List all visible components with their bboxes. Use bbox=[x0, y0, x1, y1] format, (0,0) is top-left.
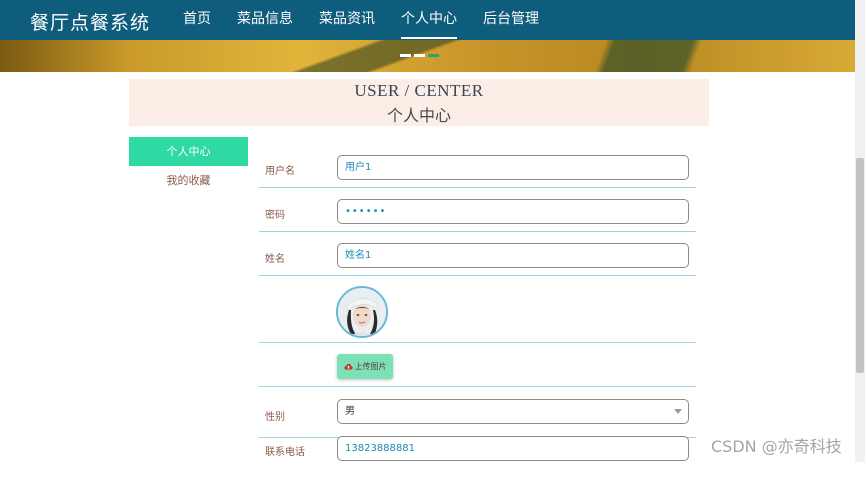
nav-home[interactable]: 首页 bbox=[170, 0, 224, 40]
section-title-en: USER / CENTER bbox=[354, 81, 484, 100]
nav-dishes[interactable]: 菜品信息 bbox=[224, 0, 306, 40]
section-header: USER / CENTER 个人中心 bbox=[129, 79, 709, 126]
upload-button-label: 上传图片 bbox=[354, 362, 387, 371]
username-label: 用户名 bbox=[265, 166, 295, 177]
nav-news[interactable]: 菜品资讯 bbox=[306, 0, 388, 40]
name-label: 姓名 bbox=[265, 254, 285, 265]
sidebar-item-user-center[interactable]: 个人中心 bbox=[129, 137, 248, 166]
gender-label: 性别 bbox=[265, 412, 285, 423]
form-row-upload bbox=[259, 343, 696, 387]
main-nav: 首页 菜品信息 菜品资讯 个人中心 后台管理 bbox=[170, 0, 552, 40]
gender-select[interactable]: 男 bbox=[337, 399, 689, 424]
avatar-photo-icon bbox=[338, 288, 386, 336]
scrollbar-thumb[interactable] bbox=[856, 158, 864, 373]
section-title-cn: 个人中心 bbox=[386, 106, 451, 125]
page-scrollbar[interactable] bbox=[855, 0, 865, 462]
top-navbar: 餐厅点餐系统 首页 菜品信息 菜品资讯 个人中心 后台管理 bbox=[0, 0, 855, 40]
site-brand[interactable]: 餐厅点餐系统 bbox=[30, 8, 150, 35]
hero-banner bbox=[0, 40, 855, 72]
sidebar-menu: 个人中心 我的收藏 bbox=[129, 137, 248, 195]
carousel-dot-3[interactable] bbox=[428, 54, 439, 57]
carousel-dot-2[interactable] bbox=[414, 54, 425, 57]
chevron-down-icon bbox=[674, 409, 682, 414]
form-row-name: 姓名 姓名1 bbox=[259, 232, 696, 276]
phone-input[interactable]: 13823888881 bbox=[337, 436, 689, 461]
form-row-username: 用户名 用户1 bbox=[259, 144, 696, 188]
sidebar-item-favorites[interactable]: 我的收藏 bbox=[129, 166, 248, 195]
password-label: 密码 bbox=[265, 210, 285, 221]
form-row-gender: 性别 男 bbox=[259, 387, 696, 438]
nav-admin[interactable]: 后台管理 bbox=[470, 0, 552, 40]
avatar bbox=[336, 286, 388, 338]
password-input[interactable]: •••••• bbox=[337, 199, 689, 224]
carousel-dot-1[interactable] bbox=[400, 54, 411, 57]
form-row-phone: 联系电话 13823888881 bbox=[259, 436, 696, 478]
cloud-upload-icon bbox=[343, 363, 353, 370]
gender-value: 男 bbox=[345, 406, 355, 417]
csdn-watermark: CSDN @亦奇科技 bbox=[711, 437, 842, 456]
name-input[interactable]: 姓名1 bbox=[337, 243, 689, 268]
carousel-indicators bbox=[400, 54, 439, 57]
username-input[interactable]: 用户1 bbox=[337, 155, 689, 180]
nav-user-center[interactable]: 个人中心 bbox=[388, 0, 470, 40]
profile-form: 用户名 用户1 密码 •••••• 姓名 姓名1 性别 男 联系电话 13823… bbox=[259, 144, 696, 478]
form-row-avatar bbox=[259, 276, 696, 343]
phone-label: 联系电话 bbox=[265, 447, 305, 458]
form-row-password: 密码 •••••• bbox=[259, 188, 696, 232]
upload-image-button[interactable]: 上传图片 bbox=[337, 354, 393, 379]
